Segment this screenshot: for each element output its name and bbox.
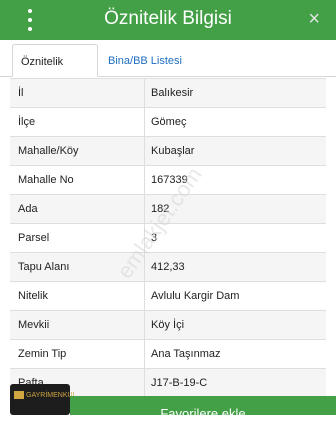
row-key: Parsel <box>10 224 145 252</box>
row-key: Ada <box>10 195 145 223</box>
row-value: 3 <box>151 232 158 244</box>
tab-bina-bb-listesi[interactable]: Bina/BB Listesi <box>100 44 190 76</box>
row-value: J17-B-19-C <box>151 377 208 389</box>
row-key: İlçe <box>10 108 145 136</box>
table-row: Tapu Alanı 412,33 <box>10 253 326 282</box>
table-row: Mahalle/Köy Kubaşlar <box>10 137 326 166</box>
table-row: Ada 182 <box>10 195 326 224</box>
logo-text: GAYRİMENKUL <box>26 392 77 399</box>
house-icon <box>14 391 24 399</box>
table-row: İl Balıkesir <box>10 79 326 108</box>
page-title: Öznitelik Bilgisi <box>104 8 232 29</box>
row-value: 182 <box>151 203 170 215</box>
table-row: İlçe Gömeç <box>10 108 326 137</box>
row-key: Mahalle/Köy <box>10 137 145 165</box>
row-value: Balıkesir <box>151 87 194 99</box>
row-value: Köy İçi <box>151 319 185 331</box>
row-key: Mahalle No <box>10 166 145 194</box>
row-key: Nitelik <box>10 282 145 310</box>
row-value: Gömeç <box>151 116 187 128</box>
table-row: Parsel 3 <box>10 224 326 253</box>
table-row: Mevkii Köy İçi <box>10 311 326 340</box>
row-value: 412,33 <box>151 261 185 273</box>
row-key: Zemin Tip <box>10 340 145 368</box>
row-value: Ana Taşınmaz <box>151 348 221 360</box>
header-bar: Öznitelik Bilgisi × <box>0 0 336 40</box>
close-icon[interactable]: × <box>308 7 320 31</box>
row-key: İl <box>10 79 145 107</box>
row-key: Tapu Alanı <box>10 253 145 281</box>
table-row: Nitelik Avlulu Kargir Dam <box>10 282 326 311</box>
row-value: Avlulu Kargir Dam <box>151 290 240 302</box>
row-key: Mevkii <box>10 311 145 339</box>
add-favorites-button[interactable]: Favorilere ekle <box>70 396 336 421</box>
table-row: Mahalle No 167339 <box>10 166 326 195</box>
content-panel: Öznitelik Bilgisi Bina/BB Listesi İl Bal… <box>0 40 336 415</box>
row-value: Kubaşlar <box>151 145 195 157</box>
logo: GAYRİMENKUL <box>10 384 76 415</box>
table-row: Zemin Tip Ana Taşınmaz <box>10 340 326 369</box>
row-value: 167339 <box>151 174 188 186</box>
tab-bar: Öznitelik Bilgisi Bina/BB Listesi <box>0 40 336 102</box>
tab-oznitelik-bilgisi[interactable]: Öznitelik Bilgisi <box>12 44 98 102</box>
attribute-table: İl Balıkesir İlçe Gömeç Mahalle/Köy Kuba… <box>10 78 326 398</box>
